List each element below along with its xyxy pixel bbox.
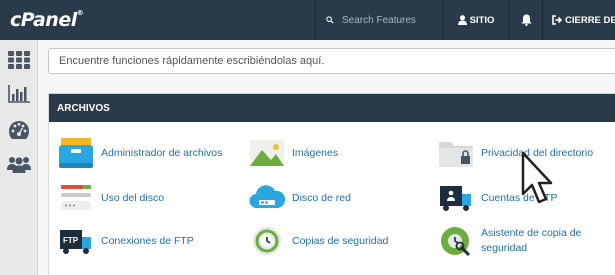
item-label: Copias de seguridad — [292, 234, 389, 247]
item-label: Administrador de archivos — [101, 146, 223, 159]
sidebar-item-dashboard[interactable] — [0, 114, 38, 146]
network-disk-icon — [249, 185, 286, 209]
left-sidebar — [0, 40, 38, 275]
ftp-connections-item[interactable]: FTP Conexiones de FTP — [57, 225, 194, 257]
backup-icon — [253, 227, 281, 255]
logout-label: CIERRE DE S — [565, 14, 615, 26]
dashboard-icon — [9, 121, 29, 139]
ftp-connections-icon: FTP — [60, 230, 91, 254]
disk-usage-icon — [61, 185, 91, 210]
logout-button[interactable]: CIERRE DE S — [543, 0, 615, 40]
notifications-button[interactable] — [510, 0, 542, 40]
feature-search-input[interactable] — [342, 14, 442, 26]
item-label: Conexiones de FTP — [101, 234, 194, 247]
svg-text:FTP: FTP — [63, 236, 79, 245]
cpanel-logo[interactable]: cPanel® — [10, 9, 84, 31]
bell-icon — [521, 14, 531, 26]
search-icon — [326, 16, 334, 24]
user-icon — [457, 15, 467, 25]
backup-wizard-icon — [441, 227, 471, 257]
directory-privacy-item[interactable]: Privacidad del directorio — [437, 137, 593, 169]
item-label: Uso del disco — [101, 191, 165, 204]
sidebar-item-users[interactable] — [0, 148, 38, 180]
file-manager-item[interactable]: Administrador de archivos — [57, 137, 222, 169]
user-menu-button[interactable]: SITIO — [443, 0, 509, 40]
item-label: Disco de red — [292, 191, 351, 204]
images-item[interactable]: Imágenes — [248, 137, 338, 169]
grid-icon — [8, 51, 30, 69]
panel-title: ARCHIVOS — [57, 102, 110, 114]
sidebar-item-home[interactable] — [0, 44, 38, 76]
mouse-cursor-icon — [521, 151, 553, 204]
stats-icon — [8, 85, 30, 103]
item-label: Asistente de copia de seguridad — [481, 227, 582, 254]
disk-usage-item[interactable]: Uso del disco — [57, 182, 164, 214]
network-disk-item[interactable]: Disco de red — [248, 182, 351, 214]
top-bar: cPanel® SITIO CIERRE DE S — [0, 0, 615, 40]
directory-privacy-icon — [439, 142, 473, 167]
logout-icon — [552, 15, 562, 25]
panel-header[interactable]: ARCHIVOS — [49, 94, 615, 122]
file-manager-icon — [59, 138, 93, 168]
item-label: Imágenes — [292, 146, 339, 159]
images-icon — [250, 140, 284, 166]
backup-wizard-item[interactable]: Asistente de copia de seguridad — [437, 225, 611, 257]
user-menu-label: SITIO — [469, 14, 495, 26]
ftp-accounts-icon — [440, 186, 471, 211]
function-search-input[interactable] — [48, 48, 615, 74]
sidebar-item-stats[interactable] — [0, 78, 38, 110]
users-icon — [7, 157, 31, 173]
backup-item[interactable]: Copias de seguridad — [248, 225, 388, 257]
feature-search[interactable] — [316, 0, 442, 40]
